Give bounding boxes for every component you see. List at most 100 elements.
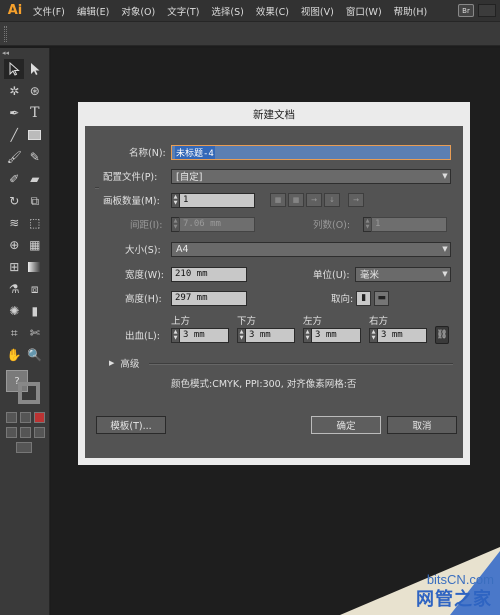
eraser-tool-icon[interactable]: ▰ xyxy=(25,169,45,189)
menu-file[interactable]: 文件(F) xyxy=(27,4,71,18)
slice-tool-icon[interactable]: ✄ xyxy=(25,323,45,343)
bleed-bottom-stepper[interactable]: ▲ ▼ xyxy=(237,327,245,343)
size-select[interactable]: A4 ▼ xyxy=(171,241,451,257)
name-input[interactable]: 未标题-4 xyxy=(171,144,451,160)
blob-brush-tool-icon[interactable]: ✐ xyxy=(4,169,24,189)
menu-bar: Ai 文件(F) 编辑(E) 对象(O) 文字(T) 选择(S) 效果(C) 视… xyxy=(0,0,500,22)
menu-window[interactable]: 窗口(W) xyxy=(340,4,388,18)
draw-normal-button[interactable] xyxy=(6,427,17,438)
paintbrush-tool-icon[interactable]: 🖌 xyxy=(4,147,24,167)
rotate-tool-icon[interactable]: ↻ xyxy=(4,191,24,211)
bleed-top-label: 上方 xyxy=(171,316,191,327)
width-label: 宽度(W): xyxy=(125,270,165,281)
bleed-left-label: 左方 xyxy=(303,316,323,327)
menu-effect[interactable]: 效果(C) xyxy=(250,4,295,18)
perspective-grid-tool-icon[interactable]: ▦ xyxy=(25,235,45,255)
bleed-top-input[interactable]: 3 mm xyxy=(179,327,229,343)
menu-view[interactable]: 视图(V) xyxy=(295,4,340,18)
gradient-tool-icon[interactable] xyxy=(25,257,45,277)
landscape-orientation-icon[interactable]: ▬ xyxy=(374,290,390,306)
hand-tool-icon[interactable]: ✋ xyxy=(4,345,24,365)
rectangle-tool-icon[interactable] xyxy=(25,125,45,145)
scale-tool-icon[interactable]: ⧉ xyxy=(25,191,45,211)
artboards-label: 画板数量(M): xyxy=(103,196,160,207)
grid-by-row-icon[interactable]: ▦ xyxy=(270,193,286,207)
profile-label: 配置文件(P): xyxy=(103,172,158,183)
control-bar-grip[interactable] xyxy=(4,26,7,42)
menu-type[interactable]: 文字(T) xyxy=(161,4,205,18)
lasso-tool-icon[interactable]: ⊛ xyxy=(25,81,45,101)
shape-builder-tool-icon[interactable]: ⊕ xyxy=(4,235,24,255)
bleed-right-input[interactable]: 3 mm xyxy=(377,327,427,343)
type-tool-icon[interactable]: T xyxy=(25,103,45,123)
artboards-stepper[interactable]: ▲ ▼ xyxy=(171,192,179,208)
watermark-cn-text: 网管之家 xyxy=(416,589,492,610)
fill-stroke-swatches: ? xyxy=(6,370,44,408)
menu-help[interactable]: 帮助(H) xyxy=(388,4,434,18)
mesh-tool-icon[interactable]: ⊞ xyxy=(4,257,24,277)
gradient-mode-button[interactable] xyxy=(20,412,31,423)
none-mode-button[interactable] xyxy=(34,412,45,423)
bleed-bottom-label: 下方 xyxy=(237,316,257,327)
bleed-bottom-input[interactable]: 3 mm xyxy=(245,327,295,343)
right-to-left-icon[interactable]: → xyxy=(348,193,364,207)
grid-by-column-icon[interactable]: ▦ xyxy=(288,193,304,207)
toolbox-collapse-icon[interactable]: ◂◂ xyxy=(0,48,49,58)
selection-tool-icon[interactable] xyxy=(4,59,25,79)
name-label: 名称(N): xyxy=(129,148,166,159)
free-transform-tool-icon[interactable]: ⬚ xyxy=(25,213,45,233)
site-watermark: bitsCN.com 网管之家 xyxy=(340,547,500,615)
portrait-orientation-icon[interactable]: ▮ xyxy=(356,290,372,306)
pen-tool-icon[interactable]: ✒ xyxy=(4,103,24,123)
arrange-by-row-icon[interactable]: → xyxy=(306,193,322,207)
pencil-tool-icon[interactable]: ✎ xyxy=(25,147,45,167)
stroke-swatch[interactable] xyxy=(18,382,40,404)
spacing-input[interactable]: 7.06 mm xyxy=(179,216,255,232)
bridge-button[interactable]: Br xyxy=(458,4,474,17)
draw-behind-button[interactable] xyxy=(20,427,31,438)
artboard-tool-icon[interactable]: ⌗ xyxy=(4,323,24,343)
document-info-text: 颜色模式:CMYK, PPI:300, 对齐像素网格:否 xyxy=(171,379,357,390)
draw-inside-button[interactable] xyxy=(34,427,45,438)
screen-mode-button[interactable] xyxy=(16,442,32,453)
units-value: 毫米 xyxy=(360,270,380,281)
ok-button[interactable]: 确定 xyxy=(311,416,381,434)
height-label: 高度(H): xyxy=(125,294,162,305)
cancel-button[interactable]: 取消 xyxy=(387,416,457,434)
magic-wand-tool-icon[interactable]: ✲ xyxy=(4,81,24,101)
bleed-top-stepper[interactable]: ▲ ▼ xyxy=(171,327,179,343)
chevron-down-icon: ▼ xyxy=(442,172,448,180)
column-graph-tool-icon[interactable]: ▮ xyxy=(25,301,45,321)
arrange-by-column-icon[interactable]: ↓ xyxy=(324,193,340,207)
color-mode-button[interactable] xyxy=(6,412,17,423)
bleed-left-stepper[interactable]: ▲ ▼ xyxy=(303,327,311,343)
illustrator-logo: Ai xyxy=(7,3,23,18)
new-document-dialog: 新建文档 名称(N): 未标题-4 配置文件(P): [自定] ▼ 画板数量(M… xyxy=(78,102,470,465)
bleed-left-input[interactable]: 3 mm xyxy=(311,327,361,343)
blend-tool-icon[interactable]: ⧈ xyxy=(25,279,45,299)
templates-button[interactable]: 模板(T)... xyxy=(96,416,166,434)
advanced-disclosure-icon[interactable]: ▶ xyxy=(109,359,114,367)
menu-select[interactable]: 选择(S) xyxy=(205,4,249,18)
profile-select[interactable]: [自定] ▼ xyxy=(171,168,451,184)
direct-selection-tool-icon[interactable] xyxy=(25,59,45,79)
link-bleed-chain-icon[interactable]: ⛓ xyxy=(435,326,449,344)
columns-input[interactable]: 1 xyxy=(371,216,447,232)
advanced-label[interactable]: 高级 xyxy=(120,356,139,370)
warp-tool-icon[interactable]: ≋ xyxy=(4,213,24,233)
workspace-switcher[interactable] xyxy=(478,4,496,17)
width-input[interactable]: 210 mm xyxy=(171,266,247,282)
columns-stepper[interactable]: ▲ ▼ xyxy=(363,216,371,232)
artboards-input[interactable]: 1 xyxy=(179,192,255,208)
eyedropper-tool-icon[interactable]: ⚗ xyxy=(4,279,24,299)
units-label: 单位(U): xyxy=(313,270,350,281)
zoom-tool-icon[interactable]: 🔍 xyxy=(25,345,45,365)
bleed-right-stepper[interactable]: ▲ ▼ xyxy=(369,327,377,343)
height-input[interactable]: 297 mm xyxy=(171,290,247,306)
units-select[interactable]: 毫米 ▼ xyxy=(355,266,451,282)
spacing-stepper[interactable]: ▲ ▼ xyxy=(171,216,179,232)
symbol-sprayer-tool-icon[interactable]: ✺ xyxy=(4,301,24,321)
line-tool-icon[interactable]: ╱ xyxy=(4,125,24,145)
menu-object[interactable]: 对象(O) xyxy=(115,4,161,18)
menu-edit[interactable]: 编辑(E) xyxy=(71,4,115,18)
